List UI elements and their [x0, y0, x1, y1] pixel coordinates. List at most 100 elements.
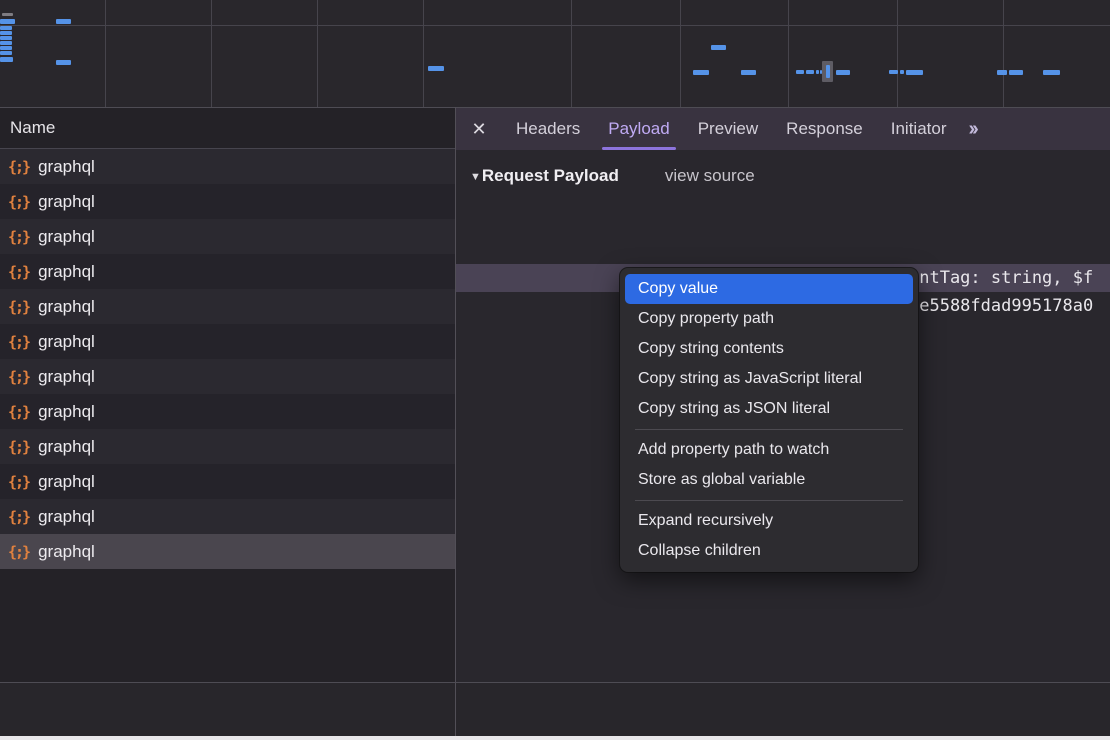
timeline-request-bar — [0, 36, 12, 40]
request-row[interactable]: {;} graphql — [0, 359, 455, 394]
name-column-header[interactable]: Name — [0, 108, 455, 149]
window-bottom-edge — [0, 736, 1110, 740]
json-braces-icon: {;} — [8, 333, 29, 351]
section-collapse-triangle-icon[interactable]: ▼ — [470, 171, 481, 183]
timeline-request-bar — [693, 70, 709, 75]
request-name: graphql — [38, 192, 95, 212]
operation-name-row[interactable]: operationName: "ipFlowTimeseries" — [456, 236, 1110, 264]
request-row[interactable]: {;} graphql — [0, 499, 455, 534]
timeline-request-bar — [889, 70, 898, 74]
timeline-request-bar — [806, 70, 814, 74]
request-payload-section-header: ▼ Request Payload view source — [456, 150, 1110, 186]
request-name: graphql — [38, 542, 95, 562]
timeline-gridline — [317, 0, 318, 107]
request-name: graphql — [38, 507, 95, 527]
devtools-network-panel: Name {;}graphql{;}graphql{;}graphql{;}gr… — [0, 0, 1110, 740]
timeline-request-bar — [0, 57, 13, 62]
menu-item-copy-string-as-javascript-literal[interactable]: Copy string as JavaScript literal — [625, 364, 913, 394]
json-braces-icon: {;} — [8, 263, 29, 281]
timeline-request-bar — [1043, 70, 1060, 75]
request-row[interactable]: {;}graphql — [0, 254, 455, 289]
request-row[interactable]: {;} graphql — [0, 534, 455, 569]
json-braces-icon: {;} — [8, 403, 29, 421]
menu-item-expand-recursively[interactable]: Expand recursively — [625, 506, 913, 536]
property-value-right-fragment: untTag: string, $f — [909, 264, 1093, 292]
timeline-request-bar — [2, 13, 13, 16]
timeline-request-bar — [428, 66, 444, 71]
menu-item-collapse-children[interactable]: Collapse children — [625, 536, 913, 566]
timeline-request-bar — [900, 70, 904, 74]
request-name: graphql — [38, 472, 95, 492]
json-braces-icon: {;} — [8, 158, 29, 176]
json-braces-icon: {;} — [8, 508, 29, 526]
detail-tabbar: ✕ HeadersPayloadPreviewResponseInitiator… — [456, 108, 1110, 150]
payload-root-row[interactable]: ▼{operationName: "ipFlowTimeseries", var… — [456, 208, 1110, 236]
menu-item-add-property-path-to-watch[interactable]: Add property path to watch — [625, 435, 913, 465]
timeline-request-bar — [0, 41, 12, 45]
json-braces-icon: {;} — [8, 193, 29, 211]
tabs: HeadersPayloadPreviewResponseInitiator — [502, 108, 960, 150]
timeline-request-bar — [0, 26, 12, 30]
menu-item-copy-string-contents[interactable]: Copy string contents — [625, 334, 913, 364]
property-value-right-fragment: ee5588fdad995178a0 — [909, 292, 1093, 320]
timeline-request-bar — [0, 51, 12, 55]
request-name: graphql — [38, 437, 95, 457]
request-name: graphql — [38, 157, 95, 177]
timeline-gridline — [680, 0, 681, 107]
timeline-request-bar — [816, 70, 819, 74]
json-braces-icon: {;} — [8, 438, 29, 456]
menu-item-copy-property-path[interactable]: Copy property path — [625, 304, 913, 334]
request-list-panel: Name {;}graphql{;}graphql{;}graphql{;}gr… — [0, 108, 455, 682]
timeline-request-bar — [0, 46, 12, 50]
json-braces-icon: {;} — [8, 298, 29, 316]
request-row[interactable]: {;} graphql — [0, 324, 455, 359]
request-name: graphql — [38, 297, 95, 317]
request-row[interactable]: {;} graphql — [0, 394, 455, 429]
tab-initiator[interactable]: Initiator — [877, 108, 961, 150]
request-row[interactable]: {;} graphql — [0, 289, 455, 324]
timeline-gridline — [571, 0, 572, 107]
request-row[interactable]: {;} graphql — [0, 149, 455, 184]
timeline-selected-bar — [826, 65, 830, 78]
request-row[interactable]: {;} graphql — [0, 219, 455, 254]
timeline-request-bar — [0, 19, 15, 24]
json-braces-icon: {;} — [8, 228, 29, 246]
request-list: {;} graphql {;} graphql {;} graphql {;} graphql… — [0, 149, 455, 569]
request-name: graphql — [38, 332, 95, 352]
timeline-gridline — [1003, 0, 1004, 107]
menu-item-copy-string-as-json-literal[interactable]: Copy string as JSON literal — [625, 394, 913, 424]
timeline-request-bar — [741, 70, 756, 75]
menu-item-copy-value[interactable]: Copy value — [625, 274, 913, 304]
timeline-gridline — [105, 0, 106, 107]
tab-headers[interactable]: Headers — [502, 108, 594, 150]
section-title: Request Payload — [482, 166, 619, 186]
request-name: graphql — [38, 402, 95, 422]
tab-preview[interactable]: Preview — [684, 108, 772, 150]
timeline-gridline — [211, 0, 212, 107]
tab-payload[interactable]: Payload — [594, 108, 683, 150]
view-source-link[interactable]: view source — [665, 166, 755, 186]
more-tabs-icon[interactable]: ›› — [968, 118, 989, 141]
timeline-request-bar — [1009, 70, 1023, 75]
network-overview-timeline[interactable] — [0, 0, 1110, 108]
footer-divider — [0, 682, 1110, 683]
timeline-request-bar — [56, 60, 71, 65]
timeline-gridline — [788, 0, 789, 107]
request-row[interactable]: {;}graphql — [0, 464, 455, 499]
menu-divider — [635, 429, 903, 430]
timeline-gridline — [897, 0, 898, 107]
context-menu: Copy valueCopy property pathCopy string … — [620, 268, 918, 572]
request-name: graphql — [38, 367, 95, 387]
timeline-gridline — [0, 25, 1110, 26]
json-braces-icon: {;} — [8, 368, 29, 386]
request-row[interactable]: {;} graphql — [0, 184, 455, 219]
tab-response[interactable]: Response — [772, 108, 877, 150]
timeline-request-bar — [711, 45, 726, 50]
request-row[interactable]: {;} graphql — [0, 429, 455, 464]
menu-item-store-as-global-variable[interactable]: Store as global variable — [625, 465, 913, 495]
request-name: graphql — [38, 227, 95, 247]
timeline-request-bar — [906, 70, 923, 75]
json-braces-icon: {;} — [8, 543, 29, 561]
close-icon[interactable]: ✕ — [456, 119, 502, 140]
timeline-request-bar — [56, 19, 71, 24]
